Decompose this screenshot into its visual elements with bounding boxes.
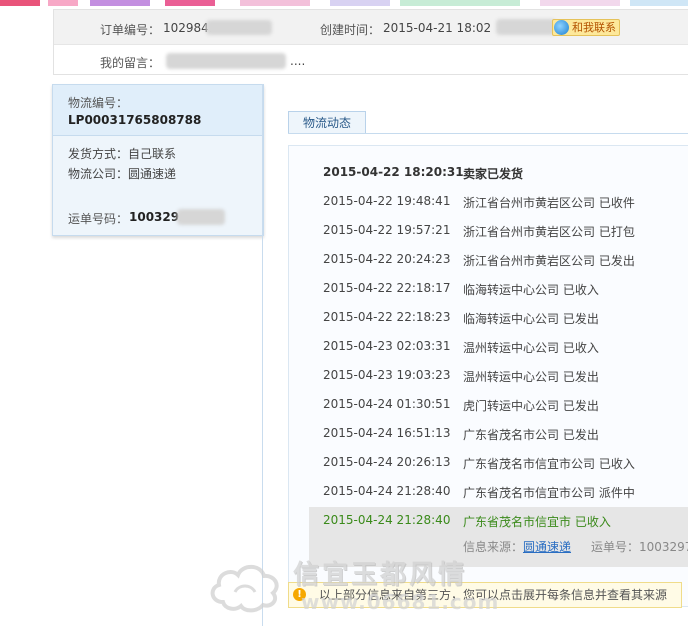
source-waybill: 运单号：1003297 <box>591 540 688 554</box>
tracking-status: 广东省茂名市信宜市公司 已收入 <box>463 457 635 471</box>
tracking-time: 2015-04-24 21:28:40 <box>323 513 451 527</box>
order-info-box: 订单编号： 102984. 创建时间： 2015-04-21 18:02 和我联… <box>53 9 688 75</box>
tracking-row[interactable]: 2015-04-22 18:20:31 卖家已发货 <box>289 159 688 188</box>
tracking-status: 临海转运中心公司 已收入 <box>463 283 599 297</box>
tracking-time: 2015-04-22 20:24:23 <box>323 252 451 266</box>
tracking-status: 虎门转运中心公司 已发出 <box>463 399 599 413</box>
tab-logistics-updates[interactable]: 物流动态 <box>288 111 366 134</box>
tracking-row-latest[interactable]: 2015-04-24 21:28:40 广东省茂名市信宜市 已收入 <box>309 507 688 536</box>
tracking-time: 2015-04-23 19:03:23 <box>323 368 451 382</box>
contact-me-button[interactable]: 和我联系 <box>552 19 620 36</box>
tracking-status: 温州转运中心公司 已发出 <box>463 370 599 384</box>
redacted-seller-name <box>496 19 556 35</box>
redacted-message <box>166 53 286 69</box>
info-source-link[interactable]: 圆通速递 <box>523 538 571 555</box>
tracking-row[interactable]: 2015-04-22 19:57:21 浙江省台州市黄岩区公司 已打包 <box>289 217 688 246</box>
waybill-value: 100329. <box>129 210 184 224</box>
tracking-row[interactable]: 2015-04-24 21:28:40 广东省茂名市信宜市公司 派件中 <box>289 478 688 507</box>
tracking-status: 广东省茂名市信宜市 已收入 <box>463 515 611 529</box>
tracking-time: 2015-04-22 22:18:17 <box>323 281 451 295</box>
tracking-time: 2015-04-24 16:51:13 <box>323 426 451 440</box>
tracking-status: 广东省茂名市公司 已发出 <box>463 428 599 442</box>
redacted-order-number <box>206 20 272 35</box>
top-decoration-strip <box>0 0 688 8</box>
third-party-notice: ! 以上部分信息来自第三方，您可以点击展开每条信息并查看其来源 <box>288 582 682 608</box>
logistics-company: 物流公司：圆通速递 <box>68 167 177 181</box>
logistics-id-label: 物流编号： <box>68 96 129 110</box>
ship-method: 发货方式：自己联系 <box>68 147 177 161</box>
tracking-status: 卖家已发货 <box>463 167 524 181</box>
tracking-row[interactable]: 2015-04-22 20:24:23 浙江省台州市黄岩区公司 已发出 <box>289 246 688 275</box>
tracking-time: 2015-04-22 19:48:41 <box>323 194 451 208</box>
tracking-time: 2015-04-22 18:20:31 <box>323 165 464 179</box>
cloud-logo-icon <box>210 564 279 613</box>
message-label: 我的留言： <box>100 56 161 70</box>
message-ellipsis: .... <box>290 54 306 68</box>
tracking-time: 2015-04-24 20:26:13 <box>323 455 451 469</box>
info-source-label: 信息来源： <box>463 540 524 554</box>
tracking-row[interactable]: 2015-04-24 16:51:13 广东省茂名市公司 已发出 <box>289 420 688 449</box>
tracking-row[interactable]: 2015-04-23 02:03:31 温州转运中心公司 已收入 <box>289 333 688 362</box>
tracking-status: 临海转运中心公司 已发出 <box>463 312 599 326</box>
tracking-row[interactable]: 2015-04-24 20:26:13 广东省茂名市信宜市公司 已收入 <box>289 449 688 478</box>
tracking-status: 浙江省台州市黄岩区公司 已发出 <box>463 254 635 268</box>
tracking-time: 2015-04-22 22:18:23 <box>323 310 451 324</box>
order-number-label: 订单编号： <box>100 23 161 37</box>
tracking-status: 浙江省台州市黄岩区公司 已收件 <box>463 196 635 210</box>
info-source-line: 信息来源： 圆通速递 运单号：1003297 <box>309 535 688 567</box>
tracking-row[interactable]: 2015-04-22 19:48:41 浙江省台州市黄岩区公司 已收件 <box>289 188 688 217</box>
logistics-summary-panel: 物流编号： LP00031765808788 发货方式：自己联系 物流公司：圆通… <box>52 84 264 236</box>
panel-divider <box>262 84 263 626</box>
tracking-list: 2015-04-22 18:20:31 卖家已发货 2015-04-22 19:4… <box>288 145 688 607</box>
created-time-value: 2015-04-21 18:02 <box>383 21 492 35</box>
waybill-label: 运单号码： <box>68 212 129 226</box>
tracking-row[interactable]: 2015-04-22 22:18:23 临海转运中心公司 已发出 <box>289 304 688 333</box>
tracking-status: 浙江省台州市黄岩区公司 已打包 <box>463 225 635 239</box>
redacted-waybill <box>177 209 225 225</box>
tracking-status: 广东省茂名市信宜市公司 派件中 <box>463 486 635 500</box>
tracking-status: 温州转运中心公司 已收入 <box>463 341 599 355</box>
tracking-time: 2015-04-24 21:28:40 <box>323 484 451 498</box>
tracking-time: 2015-04-22 19:57:21 <box>323 223 451 237</box>
created-time-label: 创建时间： <box>320 23 381 37</box>
tracking-time: 2015-04-24 01:30:51 <box>323 397 451 411</box>
tab-underline <box>288 133 688 134</box>
info-icon: ! <box>293 588 306 601</box>
tracking-time: 2015-04-23 02:03:31 <box>323 339 451 353</box>
contact-me-label: 和我联系 <box>572 21 616 34</box>
tracking-row[interactable]: 2015-04-22 22:18:17 临海转运中心公司 已收入 <box>289 275 688 304</box>
logistics-id-value: LP00031765808788 <box>68 113 202 127</box>
notice-text: 以上部分信息来自第三方，您可以点击展开每条信息并查看其来源 <box>319 588 668 602</box>
tracking-row[interactable]: 2015-04-23 19:03:23 温州转运中心公司 已发出 <box>289 362 688 391</box>
chat-icon <box>554 20 569 35</box>
tracking-row[interactable]: 2015-04-24 01:30:51 虎门转运中心公司 已发出 <box>289 391 688 420</box>
